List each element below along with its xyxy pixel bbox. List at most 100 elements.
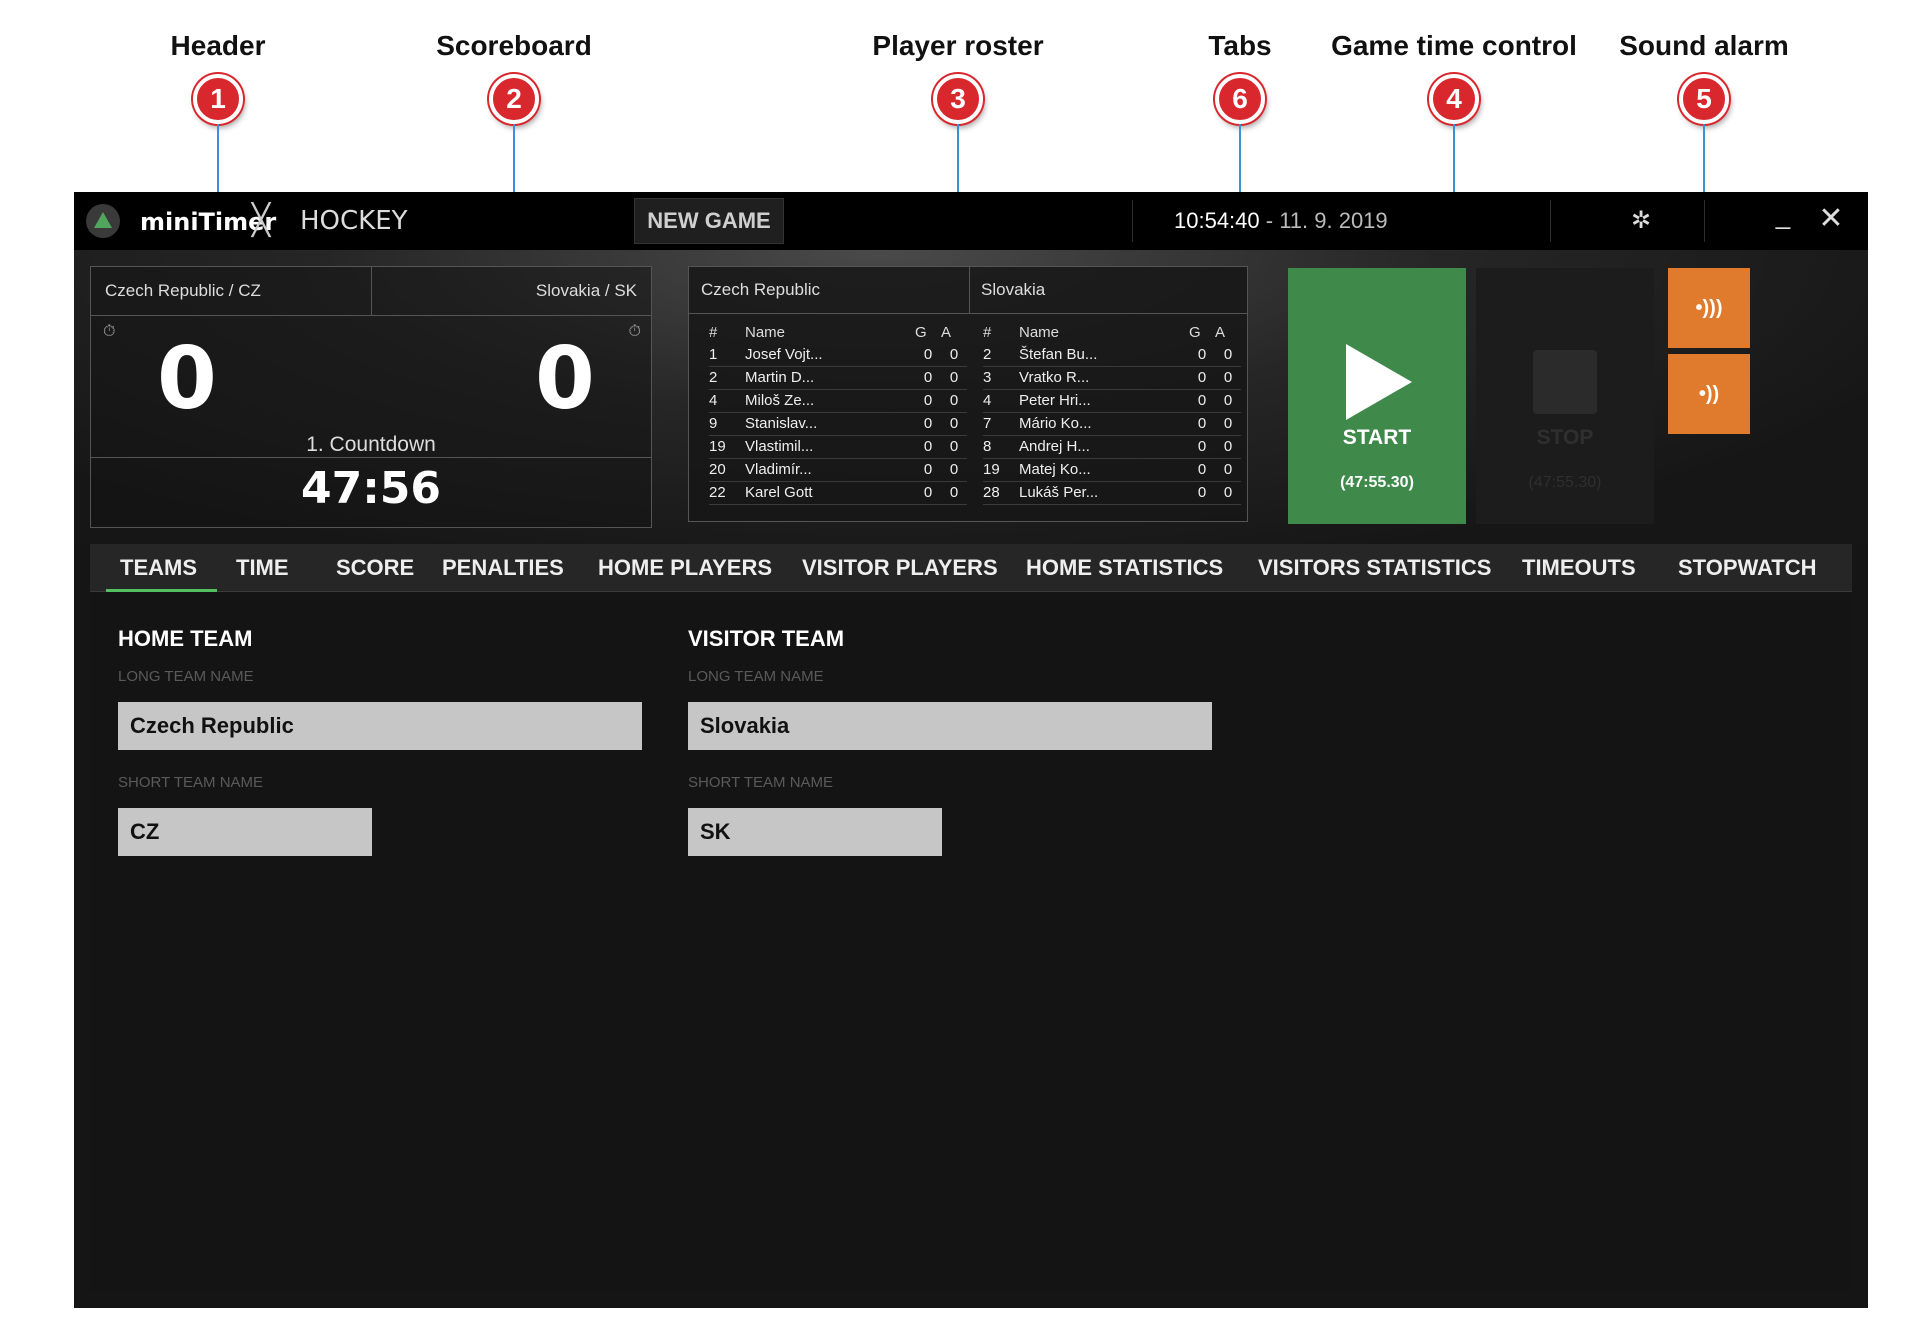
- visitor-score: 0: [535, 329, 595, 429]
- long-alarm-button[interactable]: •))): [1668, 268, 1750, 348]
- roster-row: 4 Peter Hri... 0 0: [983, 389, 1241, 413]
- tab-score[interactable]: SCORE: [336, 544, 414, 592]
- current-date: - 11. 9. 2019: [1259, 208, 1388, 233]
- callout-label: Tabs: [1208, 30, 1272, 61]
- roster-row: 22 Karel Gott 0 0: [709, 481, 967, 505]
- roster-cell: 19: [983, 458, 1019, 482]
- callout-badge: 6: [1215, 74, 1265, 124]
- roster-cell: 0: [1215, 412, 1241, 436]
- new-game-button[interactable]: NEW GAME: [634, 198, 784, 244]
- visitor-short-name-input[interactable]: [688, 808, 942, 856]
- short-alarm-button[interactable]: •)): [1668, 354, 1750, 434]
- roster-row: 20 Vladimír... 0 0: [709, 458, 967, 482]
- minimize-icon[interactable]: _: [1766, 198, 1800, 238]
- roster-home-table: # Name G A 1 Josef Vojt... 0 0 2 Martin D... 0 0 4 Mi…: [709, 321, 967, 505]
- home-team-title: HOME TEAM: [118, 626, 253, 651]
- roster-cell: 0: [1189, 389, 1215, 413]
- divider: [371, 267, 372, 315]
- roster-cell: Štefan Bu...: [1019, 343, 1189, 367]
- roster-column-header: #: [709, 323, 718, 341]
- tab-visitors-statistics[interactable]: VISITORS STATISTICS: [1258, 544, 1491, 592]
- roster-cell: Lukáš Per...: [1019, 481, 1189, 505]
- roster-visitor-team: Slovakia: [981, 280, 1046, 299]
- roster-cell: 9: [709, 412, 745, 436]
- gear-icon[interactable]: ✲: [1624, 204, 1658, 238]
- roster-cell: 0: [1215, 458, 1241, 482]
- callout-badge: 1: [193, 74, 243, 124]
- roster-cell: 0: [941, 481, 967, 505]
- period-label: 1. Countdown: [306, 433, 436, 456]
- visitor-short-name-label: SHORT TEAM NAME: [688, 774, 834, 791]
- callout-label: Sound alarm: [1619, 30, 1789, 61]
- divider: [689, 313, 1247, 314]
- callout-badge: 5: [1679, 74, 1729, 124]
- callout-label: Player roster: [872, 30, 1044, 61]
- close-icon[interactable]: ✕: [1814, 202, 1848, 236]
- top-panel: Czech Republic / CZ Slovakia / SK ⏱ ⏱ 0 …: [74, 250, 1868, 544]
- roster-row: 1 Josef Vojt... 0 0: [709, 343, 967, 367]
- sound-long-icon: •))): [1695, 297, 1723, 319]
- tab-home-statistics[interactable]: HOME STATISTICS: [1026, 544, 1223, 592]
- roster-cell: 0: [941, 412, 967, 436]
- stopwatch-icon[interactable]: ⏱: [103, 323, 115, 341]
- roster-cell: 19: [709, 435, 745, 459]
- visitor-long-name-label: LONG TEAM NAME: [688, 668, 824, 685]
- stopwatch-icon[interactable]: ⏱: [629, 323, 641, 341]
- callout-badge: 4: [1429, 74, 1479, 124]
- roster-cell: 2: [709, 366, 745, 390]
- roster-cell: 7: [983, 412, 1019, 436]
- roster-cell: 0: [941, 389, 967, 413]
- roster-cell: 0: [915, 366, 941, 390]
- tab-teams[interactable]: TEAMS: [106, 544, 217, 592]
- roster-cell: 0: [915, 458, 941, 482]
- roster-cell: 8: [983, 435, 1019, 459]
- tab-stopwatch[interactable]: STOPWATCH: [1678, 544, 1817, 592]
- tab-timeouts[interactable]: TIMEOUTS: [1522, 544, 1636, 592]
- start-time: (47:55.30): [1340, 474, 1414, 491]
- roster-cell: Peter Hri...: [1019, 389, 1189, 413]
- stop-button[interactable]: STOP (47:55.30): [1476, 268, 1654, 524]
- roster-row: 2 Martin D... 0 0: [709, 366, 967, 390]
- tab-home-players[interactable]: HOME PLAYERS: [598, 544, 772, 592]
- player-roster: Czech Republic Slovakia # Name G A 1 Josef Vo…: [688, 266, 1248, 522]
- tab-visitor-players[interactable]: VISITOR PLAYERS: [802, 544, 998, 592]
- roster-row: 3 Vratko R... 0 0: [983, 366, 1241, 390]
- divider: [1132, 200, 1133, 242]
- tab-penalties[interactable]: PENALTIES: [442, 544, 564, 592]
- tab-bar: TEAMS TIME SCORE PENALTIES HOME PLAYERS …: [90, 544, 1852, 592]
- roster-row: 7 Mário Ko... 0 0: [983, 412, 1241, 436]
- divider: [91, 457, 651, 458]
- roster-visitor-table: # Name G A 2 Štefan Bu... 0 0 3 Vratko R... 0 0 4 Pet…: [983, 321, 1241, 505]
- callout-label: Scoreboard: [436, 30, 592, 61]
- roster-cell: Stanislav...: [745, 412, 915, 436]
- start-label: START: [1342, 426, 1412, 449]
- callout-badge: 2: [489, 74, 539, 124]
- home-short-name-input[interactable]: [118, 808, 372, 856]
- roster-row: 2 Štefan Bu... 0 0: [983, 343, 1241, 367]
- roster-cell: Matej Ko...: [1019, 458, 1189, 482]
- roster-cell: 0: [915, 435, 941, 459]
- roster-cell: 22: [709, 481, 745, 505]
- visitor-long-name-input[interactable]: [688, 702, 1212, 750]
- roster-cell: 1: [709, 343, 745, 367]
- app-window: miniTimer ╳ HOCKEY NEW GAME 10:54:40 - 1…: [74, 192, 1868, 1308]
- stop-icon: [1533, 350, 1597, 414]
- roster-row: 9 Stanislav... 0 0: [709, 412, 967, 436]
- roster-column-header: G: [1189, 323, 1201, 341]
- tab-time[interactable]: TIME: [236, 544, 289, 592]
- roster-cell: 0: [941, 366, 967, 390]
- roster-row: 28 Lukáš Per... 0 0: [983, 481, 1241, 505]
- home-long-name-input[interactable]: [118, 702, 642, 750]
- home-score: 0: [157, 329, 217, 429]
- roster-column-header: A: [941, 323, 952, 341]
- roster-home-team: Czech Republic: [701, 280, 821, 299]
- divider: [1550, 200, 1551, 242]
- roster-cell: Mário Ko...: [1019, 412, 1189, 436]
- roster-cell: 0: [941, 343, 967, 367]
- roster-cell: 0: [1189, 412, 1215, 436]
- roster-cell: 0: [915, 389, 941, 413]
- roster-cell: 0: [1189, 481, 1215, 505]
- start-button[interactable]: START (47:55.30): [1288, 268, 1466, 524]
- roster-row: 8 Andrej H... 0 0: [983, 435, 1241, 459]
- divider: [91, 315, 651, 316]
